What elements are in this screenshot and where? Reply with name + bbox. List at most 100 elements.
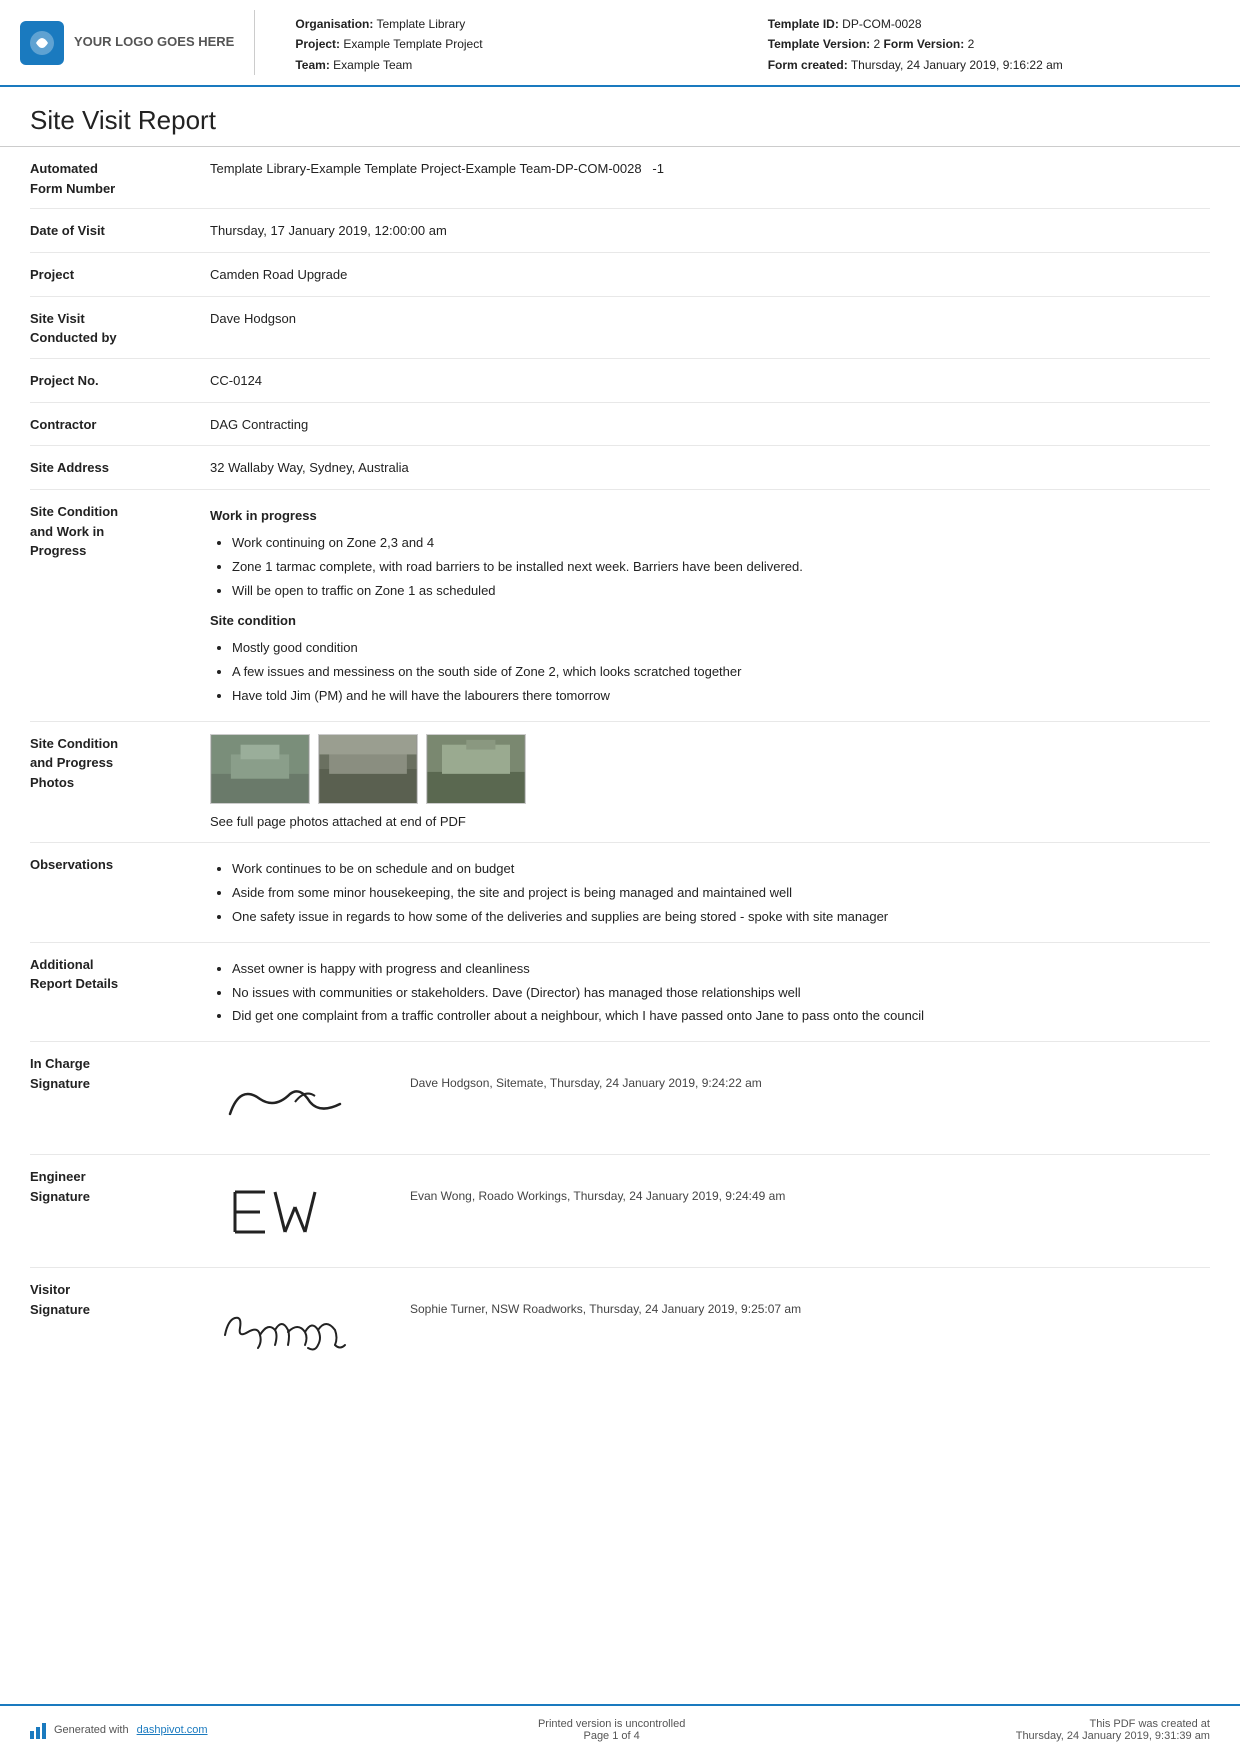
project-no-value: CC-0124 <box>210 369 1210 392</box>
site-visit-conducted-label: Site VisitConducted by <box>30 307 210 348</box>
photos-label: Site Conditionand ProgressPhotos <box>30 732 210 793</box>
footer-pdf-created: This PDF was created at <box>1016 1718 1210 1730</box>
site-condition-label: Site Conditionand Work inProgress <box>30 500 210 561</box>
logo-area: YOUR LOGO GOES HERE <box>20 10 255 75</box>
site-condition-value: Work in progress Work continuing on Zone… <box>210 500 1210 710</box>
work-items-list: Work continuing on Zone 2,3 and 4 Zone 1… <box>210 533 1210 601</box>
project-no-label: Project No. <box>30 369 210 391</box>
visitor-signature-label: VisitorSignature <box>30 1278 210 1319</box>
project-no-row: Project No. CC-0124 <box>30 359 1210 403</box>
footer-page: Page 1 of 4 <box>538 1730 685 1742</box>
engineer-sig-info: Evan Wong, Roado Workings, Thursday, 24 … <box>410 1167 785 1206</box>
in-charge-sig-image <box>210 1054 370 1144</box>
in-charge-sig-area: Dave Hodgson, Sitemate, Thursday, 24 Jan… <box>210 1054 1210 1144</box>
site-condition-header: Site condition <box>210 611 1210 632</box>
contractor-label: Contractor <box>30 413 210 435</box>
project-value: Camden Road Upgrade <box>210 263 1210 286</box>
condition-item-3: Have told Jim (PM) and he will have the … <box>232 686 1210 707</box>
org-line: Organisation: Template Library <box>295 14 737 34</box>
condition-item-2: A few issues and messiness on the south … <box>232 662 1210 683</box>
visitor-signature-value: Sophie Turner, NSW Roadworks, Thursday, … <box>210 1278 1210 1370</box>
content: AutomatedForm Number Template Library-Ex… <box>0 147 1240 1542</box>
team-line: Team: Example Team <box>295 55 737 75</box>
template-id-line: Template ID: DP-COM-0028 <box>768 14 1210 34</box>
contractor-row: Contractor DAG Contracting <box>30 403 1210 447</box>
work-in-progress-header: Work in progress <box>210 506 1210 527</box>
observations-list: Work continues to be on schedule and on … <box>210 859 1210 927</box>
engineer-sig-image <box>210 1167 370 1257</box>
automated-form-number-value: Template Library-Example Template Projec… <box>210 157 1210 180</box>
meta-col-left: Organisation: Template Library Project: … <box>295 14 737 75</box>
in-charge-sig-info: Dave Hodgson, Sitemate, Thursday, 24 Jan… <box>410 1054 762 1093</box>
footer-uncontrolled: Printed version is uncontrolled <box>538 1718 685 1730</box>
site-visit-conducted-row: Site VisitConducted by Dave Hodgson <box>30 297 1210 359</box>
add-item-3: Did get one complaint from a traffic con… <box>232 1006 1210 1027</box>
dashpivot-icon <box>30 1721 46 1739</box>
project-label: Project <box>30 263 210 285</box>
site-visit-conducted-value: Dave Hodgson <box>210 307 1210 330</box>
photo-thumbnails <box>210 734 1210 804</box>
site-condition-row: Site Conditionand Work inProgress Work i… <box>30 490 1210 721</box>
observations-label: Observations <box>30 853 210 875</box>
logo-icon <box>20 21 64 65</box>
photo-thumb-3 <box>426 734 526 804</box>
contractor-value: DAG Contracting <box>210 413 1210 436</box>
footer-left: Generated with dashpivot.com <box>30 1721 208 1739</box>
date-of-visit-row: Date of Visit Thursday, 17 January 2019,… <box>30 209 1210 253</box>
site-address-value: 32 Wallaby Way, Sydney, Australia <box>210 456 1210 479</box>
header: YOUR LOGO GOES HERE Organisation: Templa… <box>0 0 1240 87</box>
engineer-signature-label: EngineerSignature <box>30 1165 210 1206</box>
engineer-signature-row: EngineerSignature <box>30 1155 1210 1268</box>
engineer-signature-value: Evan Wong, Roado Workings, Thursday, 24 … <box>210 1165 1210 1257</box>
footer-pdf-date: Thursday, 24 January 2019, 9:31:39 am <box>1016 1730 1210 1742</box>
obs-item-1: Work continues to be on schedule and on … <box>232 859 1210 880</box>
date-of-visit-label: Date of Visit <box>30 219 210 241</box>
automated-form-number-label: AutomatedForm Number <box>30 157 210 198</box>
project-row: Project Camden Road Upgrade <box>30 253 1210 297</box>
work-item-2: Zone 1 tarmac complete, with road barrie… <box>232 557 1210 578</box>
additional-value: Asset owner is happy with progress and c… <box>210 953 1210 1031</box>
add-item-1: Asset owner is happy with progress and c… <box>232 959 1210 980</box>
photo-thumb-2 <box>318 734 418 804</box>
engineer-sig-area: Evan Wong, Roado Workings, Thursday, 24 … <box>210 1167 1210 1257</box>
visitor-signature-row: VisitorSignature <box>30 1268 1210 1380</box>
header-meta: Organisation: Template Library Project: … <box>275 10 1210 75</box>
date-of-visit-value: Thursday, 17 January 2019, 12:00:00 am <box>210 219 1210 242</box>
visitor-sig-info: Sophie Turner, NSW Roadworks, Thursday, … <box>410 1280 801 1319</box>
photos-row: Site Conditionand ProgressPhotos <box>30 722 1210 844</box>
footer-generated-link[interactable]: dashpivot.com <box>137 1724 208 1736</box>
meta-col-right: Template ID: DP-COM-0028 Template Versio… <box>768 14 1210 75</box>
add-item-2: No issues with communities or stakeholde… <box>232 983 1210 1004</box>
photo-thumb-1 <box>210 734 310 804</box>
photos-value: See full page photos attached at end of … <box>210 732 1210 833</box>
in-charge-signature-row: In ChargeSignature Dave Hodgson, Sitemat… <box>30 1042 1210 1155</box>
form-created-line: Form created: Thursday, 24 January 2019,… <box>768 55 1210 75</box>
obs-item-2: Aside from some minor housekeeping, the … <box>232 883 1210 904</box>
visitor-sig-image <box>210 1280 370 1370</box>
photos-caption: See full page photos attached at end of … <box>210 812 1210 833</box>
footer: Generated with dashpivot.com Printed ver… <box>0 1704 1240 1754</box>
logo-text: YOUR LOGO GOES HERE <box>74 34 234 51</box>
footer-generated-prefix: Generated with <box>54 1724 129 1736</box>
additional-label: AdditionalReport Details <box>30 953 210 994</box>
footer-right: This PDF was created at Thursday, 24 Jan… <box>1016 1718 1210 1742</box>
obs-item-3: One safety issue in regards to how some … <box>232 907 1210 928</box>
site-address-label: Site Address <box>30 456 210 478</box>
report-title: Site Visit Report <box>0 87 1240 147</box>
in-charge-signature-label: In ChargeSignature <box>30 1052 210 1093</box>
automated-form-number-row: AutomatedForm Number Template Library-Ex… <box>30 147 1210 209</box>
observations-row: Observations Work continues to be on sch… <box>30 843 1210 942</box>
footer-center: Printed version is uncontrolled Page 1 o… <box>538 1718 685 1742</box>
in-charge-signature-value: Dave Hodgson, Sitemate, Thursday, 24 Jan… <box>210 1052 1210 1144</box>
work-item-3: Will be open to traffic on Zone 1 as sch… <box>232 581 1210 602</box>
template-version-line: Template Version: 2 Form Version: 2 <box>768 34 1210 54</box>
work-item-1: Work continuing on Zone 2,3 and 4 <box>232 533 1210 554</box>
project-line: Project: Example Template Project <box>295 34 737 54</box>
condition-item-1: Mostly good condition <box>232 638 1210 659</box>
visitor-sig-area: Sophie Turner, NSW Roadworks, Thursday, … <box>210 1280 1210 1370</box>
additional-row: AdditionalReport Details Asset owner is … <box>30 943 1210 1042</box>
site-address-row: Site Address 32 Wallaby Way, Sydney, Aus… <box>30 446 1210 490</box>
observations-value: Work continues to be on schedule and on … <box>210 853 1210 931</box>
additional-list: Asset owner is happy with progress and c… <box>210 959 1210 1027</box>
condition-items-list: Mostly good condition A few issues and m… <box>210 638 1210 706</box>
